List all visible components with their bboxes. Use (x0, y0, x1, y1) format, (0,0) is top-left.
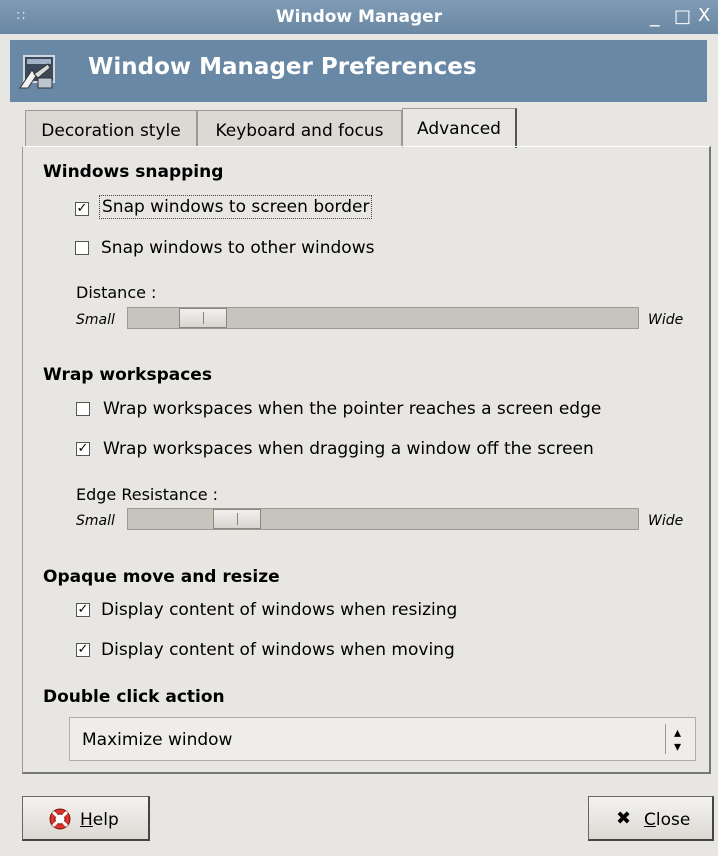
wrap-pointer-edge-label[interactable]: Wrap workspaces when the pointer reaches… (103, 399, 601, 419)
snap-other-windows-label[interactable]: Snap windows to other windows (101, 238, 374, 258)
tab-decoration-style[interactable]: Decoration style (25, 110, 197, 146)
tab-label: Advanced (417, 119, 501, 139)
close-button[interactable]: ✖ Close (588, 796, 714, 841)
lifebuoy-icon (49, 808, 71, 830)
double-click-action-value: Maximize window (82, 730, 233, 750)
snap-screen-border-checkbox[interactable]: ✓ (75, 202, 89, 216)
edge-resistance-min-label: Small (76, 513, 115, 529)
section-title-wrap-workspaces: Wrap workspaces (43, 365, 212, 385)
window-titlebar[interactable]: :: Window Manager _ □ X (0, 0, 718, 34)
section-title-opaque-move-resize: Opaque move and resize (43, 567, 280, 587)
snap-screen-border-label[interactable]: Snap windows to screen border (99, 195, 373, 219)
distance-label: Distance : (76, 283, 157, 302)
window-manager-app-icon (19, 55, 55, 89)
tab-label: Keyboard and focus (215, 121, 384, 141)
tab-label: Decoration style (41, 121, 181, 141)
close-button-label: Close (644, 810, 691, 830)
edge-resistance-slider[interactable] (127, 508, 639, 530)
distance-max-label: Wide (648, 312, 684, 328)
section-title-windows-snapping: Windows snapping (43, 162, 224, 182)
distance-slider-thumb[interactable] (179, 308, 227, 328)
edge-resistance-label: Edge Resistance : (76, 485, 219, 504)
wrap-dragging-window-checkbox[interactable]: ✓ (76, 442, 90, 456)
distance-min-label: Small (76, 312, 115, 328)
help-button-label: Help (80, 810, 119, 830)
wrap-pointer-edge-checkbox[interactable] (76, 402, 90, 416)
display-content-resizing-label[interactable]: Display content of windows when resizing (101, 600, 457, 620)
wrap-dragging-window-label[interactable]: Wrap workspaces when dragging a window o… (103, 439, 594, 459)
help-button[interactable]: Help (22, 796, 150, 841)
distance-slider[interactable] (127, 307, 639, 329)
maximize-button[interactable]: □ (674, 6, 691, 27)
edge-resistance-slider-thumb[interactable] (213, 509, 261, 529)
snap-other-windows-checkbox[interactable] (75, 241, 89, 255)
section-title-double-click-action: Double click action (43, 687, 225, 707)
close-window-button[interactable]: X (698, 5, 710, 26)
up-down-arrows-icon: ▴ ▾ (665, 724, 689, 754)
tab-advanced[interactable]: Advanced (402, 108, 517, 148)
double-click-action-select[interactable]: Maximize window ▴ ▾ (69, 717, 696, 761)
tab-keyboard-and-focus[interactable]: Keyboard and focus (197, 110, 402, 146)
display-content-resizing-checkbox[interactable]: ✓ (76, 603, 90, 617)
window-title: Window Manager (275, 7, 443, 27)
dialog-title: Window Manager Preferences (88, 54, 477, 80)
display-content-moving-label[interactable]: Display content of windows when moving (101, 640, 455, 660)
minimize-button[interactable]: _ (650, 5, 660, 27)
dialog-header: Window Manager Preferences (10, 40, 707, 102)
close-x-icon: ✖ (616, 808, 632, 829)
display-content-moving-checkbox[interactable]: ✓ (76, 643, 90, 657)
edge-resistance-max-label: Wide (648, 513, 684, 529)
